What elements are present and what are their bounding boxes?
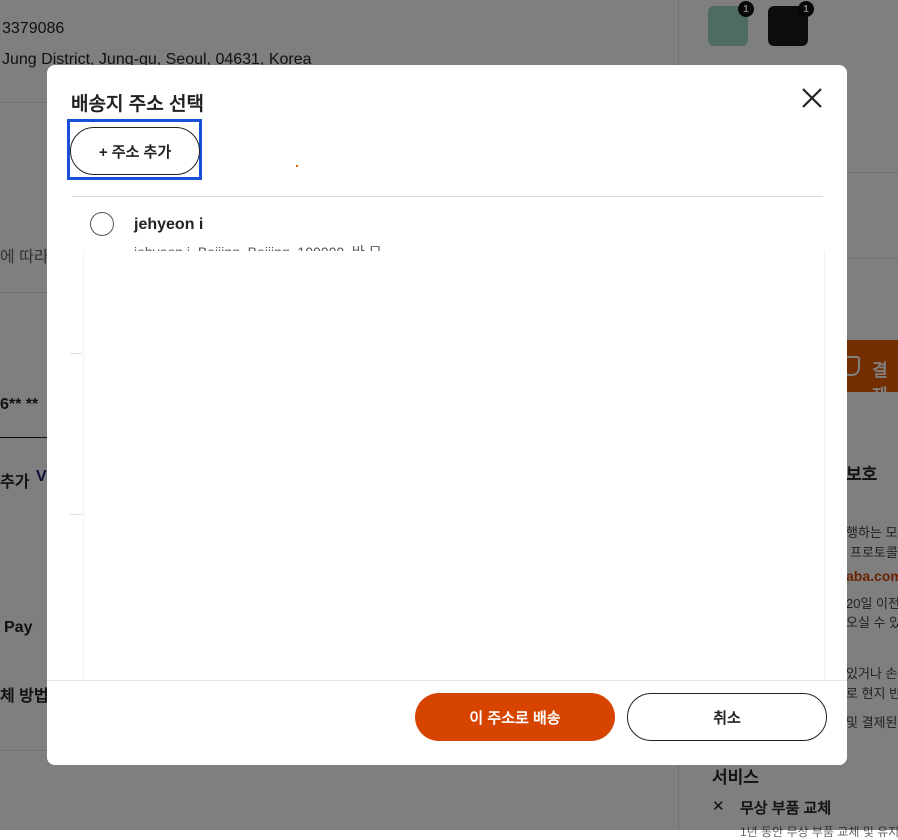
select-shipping-address-dialog: 배송지 주소 선택 + 주소 추가 jehyeon i jehyeon i, B… <box>47 65 847 765</box>
address-radio[interactable] <box>90 212 114 236</box>
address-recipient-name: jehyeon i <box>134 216 204 233</box>
dialog-title: 배송지 주소 선택 <box>71 94 204 115</box>
close-button[interactable] <box>799 85 825 111</box>
list-marker <box>70 514 82 515</box>
address-list-area <box>83 251 825 681</box>
close-icon <box>802 88 822 108</box>
decorative-dot <box>296 165 298 167</box>
cancel-button[interactable]: 취소 <box>627 693 827 741</box>
dialog-divider <box>72 196 823 197</box>
add-address-button[interactable]: + 주소 추가 <box>70 127 200 175</box>
list-marker <box>70 353 82 354</box>
ship-to-this-address-button[interactable]: 이 주소로 배송 <box>415 693 615 741</box>
